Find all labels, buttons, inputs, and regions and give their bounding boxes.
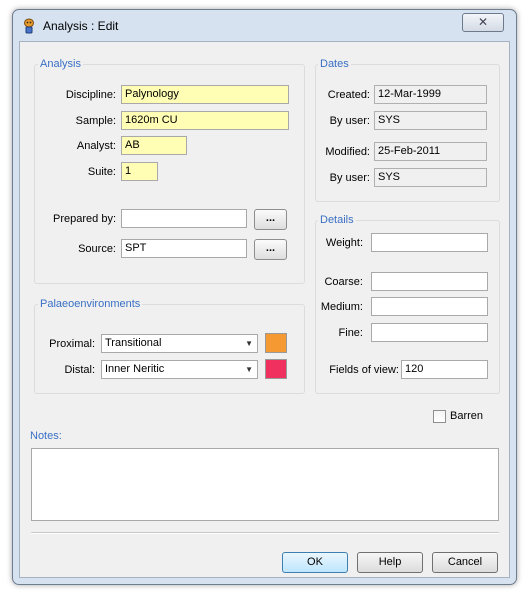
proximal-label: Proximal: (49, 338, 95, 350)
source-field[interactable]: SPT (121, 239, 247, 258)
dialog-body: Analysis Discipline: Palynology Sample: … (19, 41, 510, 578)
proximal-color-swatch[interactable] (265, 333, 287, 353)
help-button[interactable]: Help (357, 552, 423, 573)
ok-button[interactable]: OK (282, 552, 348, 573)
discipline-field[interactable]: Palynology (121, 85, 289, 104)
modified-by-field: SYS (374, 168, 487, 187)
fine-label: Fine: (338, 327, 363, 339)
medium-field[interactable] (371, 297, 488, 316)
close-button[interactable]: ✕ (462, 13, 504, 32)
created-field: 12-Mar-1999 (374, 85, 487, 104)
created-by-label: By user: (329, 115, 370, 127)
fields-of-view-field[interactable]: 120 (401, 360, 488, 379)
chevron-down-icon: ▼ (245, 365, 253, 374)
modified-label: Modified: (325, 146, 370, 158)
chevron-down-icon: ▼ (245, 339, 253, 348)
created-by-field: SYS (374, 111, 487, 130)
source-label: Source: (78, 243, 116, 255)
modified-by-label: By user: (329, 172, 370, 184)
created-label: Created: (327, 89, 370, 101)
fine-field[interactable] (371, 323, 488, 342)
suite-label: Suite: (87, 166, 116, 178)
title-bar[interactable]: Analysis : Edit ✕ (13, 10, 516, 40)
modified-field: 25-Feb-2011 (374, 142, 487, 161)
distal-select-value: Inner Neritic (105, 363, 165, 375)
palaeoenvironments-group-title: Palaeoenvironments (38, 298, 143, 310)
distal-select[interactable]: Inner Neritic ▼ (101, 360, 258, 379)
source-browse-button[interactable]: ... (254, 239, 287, 260)
window-title: Analysis : Edit (43, 19, 119, 33)
coarse-field[interactable] (371, 272, 488, 291)
discipline-label: Discipline: (65, 89, 116, 101)
dates-group-title: Dates (318, 58, 351, 70)
distal-label: Distal: (64, 364, 95, 376)
analyst-field[interactable]: AB (121, 136, 187, 155)
details-group-title: Details (318, 214, 356, 226)
prepared-by-field[interactable] (121, 209, 247, 228)
distal-color-swatch[interactable] (265, 359, 287, 379)
prepared-by-browse-button[interactable]: ... (254, 209, 287, 230)
dialog-window: Analysis : Edit ✕ Analysis Discipline: P… (12, 9, 517, 585)
notes-textarea[interactable] (31, 448, 499, 521)
fields-of-view-label: Fields of view: (329, 364, 399, 376)
cancel-button[interactable]: Cancel (432, 552, 498, 573)
notes-label: Notes: (30, 430, 62, 442)
prepared-by-label: Prepared by: (53, 213, 116, 225)
footer-separator (31, 532, 499, 534)
weight-label: Weight: (325, 237, 363, 249)
app-icon (24, 18, 34, 34)
analyst-label: Analyst: (76, 140, 116, 152)
close-icon: ✕ (477, 15, 489, 29)
sample-field[interactable]: 1620m CU (121, 111, 289, 130)
analysis-group-title: Analysis (38, 58, 83, 70)
suite-field[interactable]: 1 (121, 162, 158, 181)
coarse-label: Coarse: (324, 276, 363, 288)
proximal-select-value: Transitional (105, 337, 162, 349)
weight-field[interactable] (371, 233, 488, 252)
medium-label: Medium: (320, 301, 363, 313)
proximal-select[interactable]: Transitional ▼ (101, 334, 258, 353)
barren-checkbox[interactable] (433, 410, 446, 423)
barren-label: Barren (450, 410, 484, 422)
sample-label: Sample: (75, 115, 116, 127)
